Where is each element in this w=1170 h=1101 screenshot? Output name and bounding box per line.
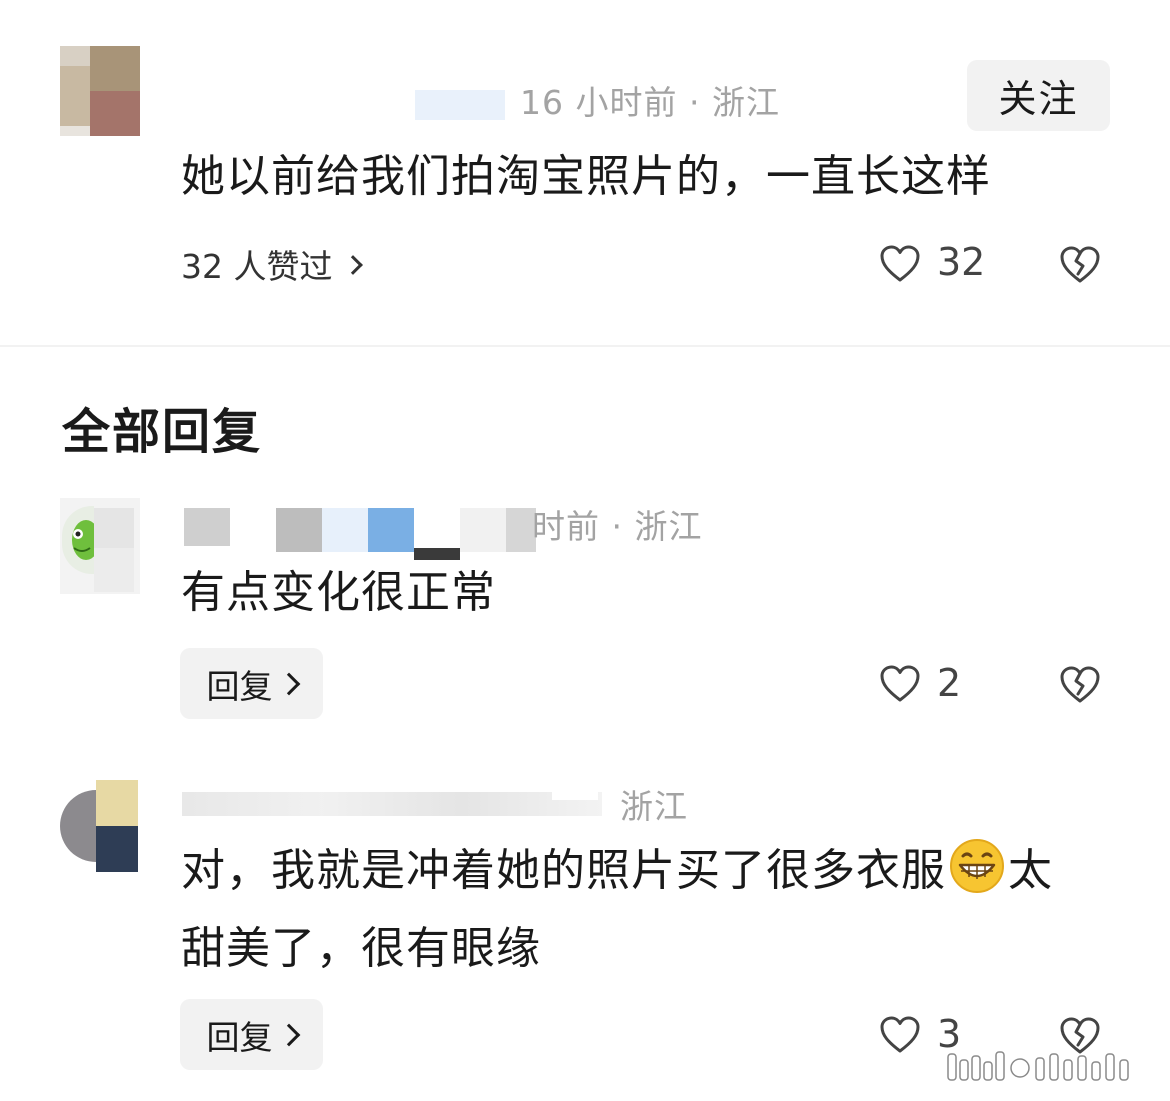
heart-icon[interactable] [878,662,922,706]
reply-button-label: 回复 [206,666,273,706]
reply-text: 有点变化很正常 [181,567,496,618]
reply-button[interactable]: 回复 [180,999,323,1070]
username-redacted [415,90,505,120]
heart-icon[interactable] [878,1013,922,1057]
frog-icon [72,520,96,560]
heart-icon[interactable] [878,242,922,286]
reply-text-line2: 甜美了，很有眼缘 [181,923,541,974]
reply-button-label: 回复 [206,1017,273,1057]
dislike-broken-heart-icon[interactable] [1058,663,1102,707]
section-divider [0,345,1170,347]
likers-label: 32 人赞过 [181,247,333,286]
watermark-logo [947,1051,1129,1081]
comment-meta: 16 小时前 · 浙江 [520,83,780,122]
reply-text-line1-b: 太 [1008,845,1053,896]
like-count: 2 [937,661,962,705]
comment-text: 她以前给我们拍淘宝照片的，一直长这样 [181,151,991,202]
reply-meta: 浙江 [620,787,688,826]
avatar[interactable] [60,780,140,872]
avatar[interactable] [60,498,140,594]
reply-meta: 时前 · 浙江 [532,507,703,546]
follow-button[interactable]: 关注 [967,60,1110,131]
grinning-face-icon [950,839,1004,893]
reply-text-line1-a: 对，我就是冲着她的照片买了很多衣服 [181,845,946,896]
reply-text: 对，我就是冲着她的照片买了很多衣服 太 甜美了，很有眼缘 [181,832,1053,988]
chevron-right-icon [343,255,364,275]
reply-button[interactable]: 回复 [180,648,323,719]
chevron-right-icon [277,1023,300,1046]
chevron-right-icon [277,672,300,695]
likers-link[interactable]: 32 人赞过 [181,240,364,288]
dislike-broken-heart-icon[interactable] [1058,243,1102,287]
avatar[interactable] [60,46,140,136]
like-count: 32 [937,240,986,284]
replies-section-title: 全部回复 [62,404,263,460]
